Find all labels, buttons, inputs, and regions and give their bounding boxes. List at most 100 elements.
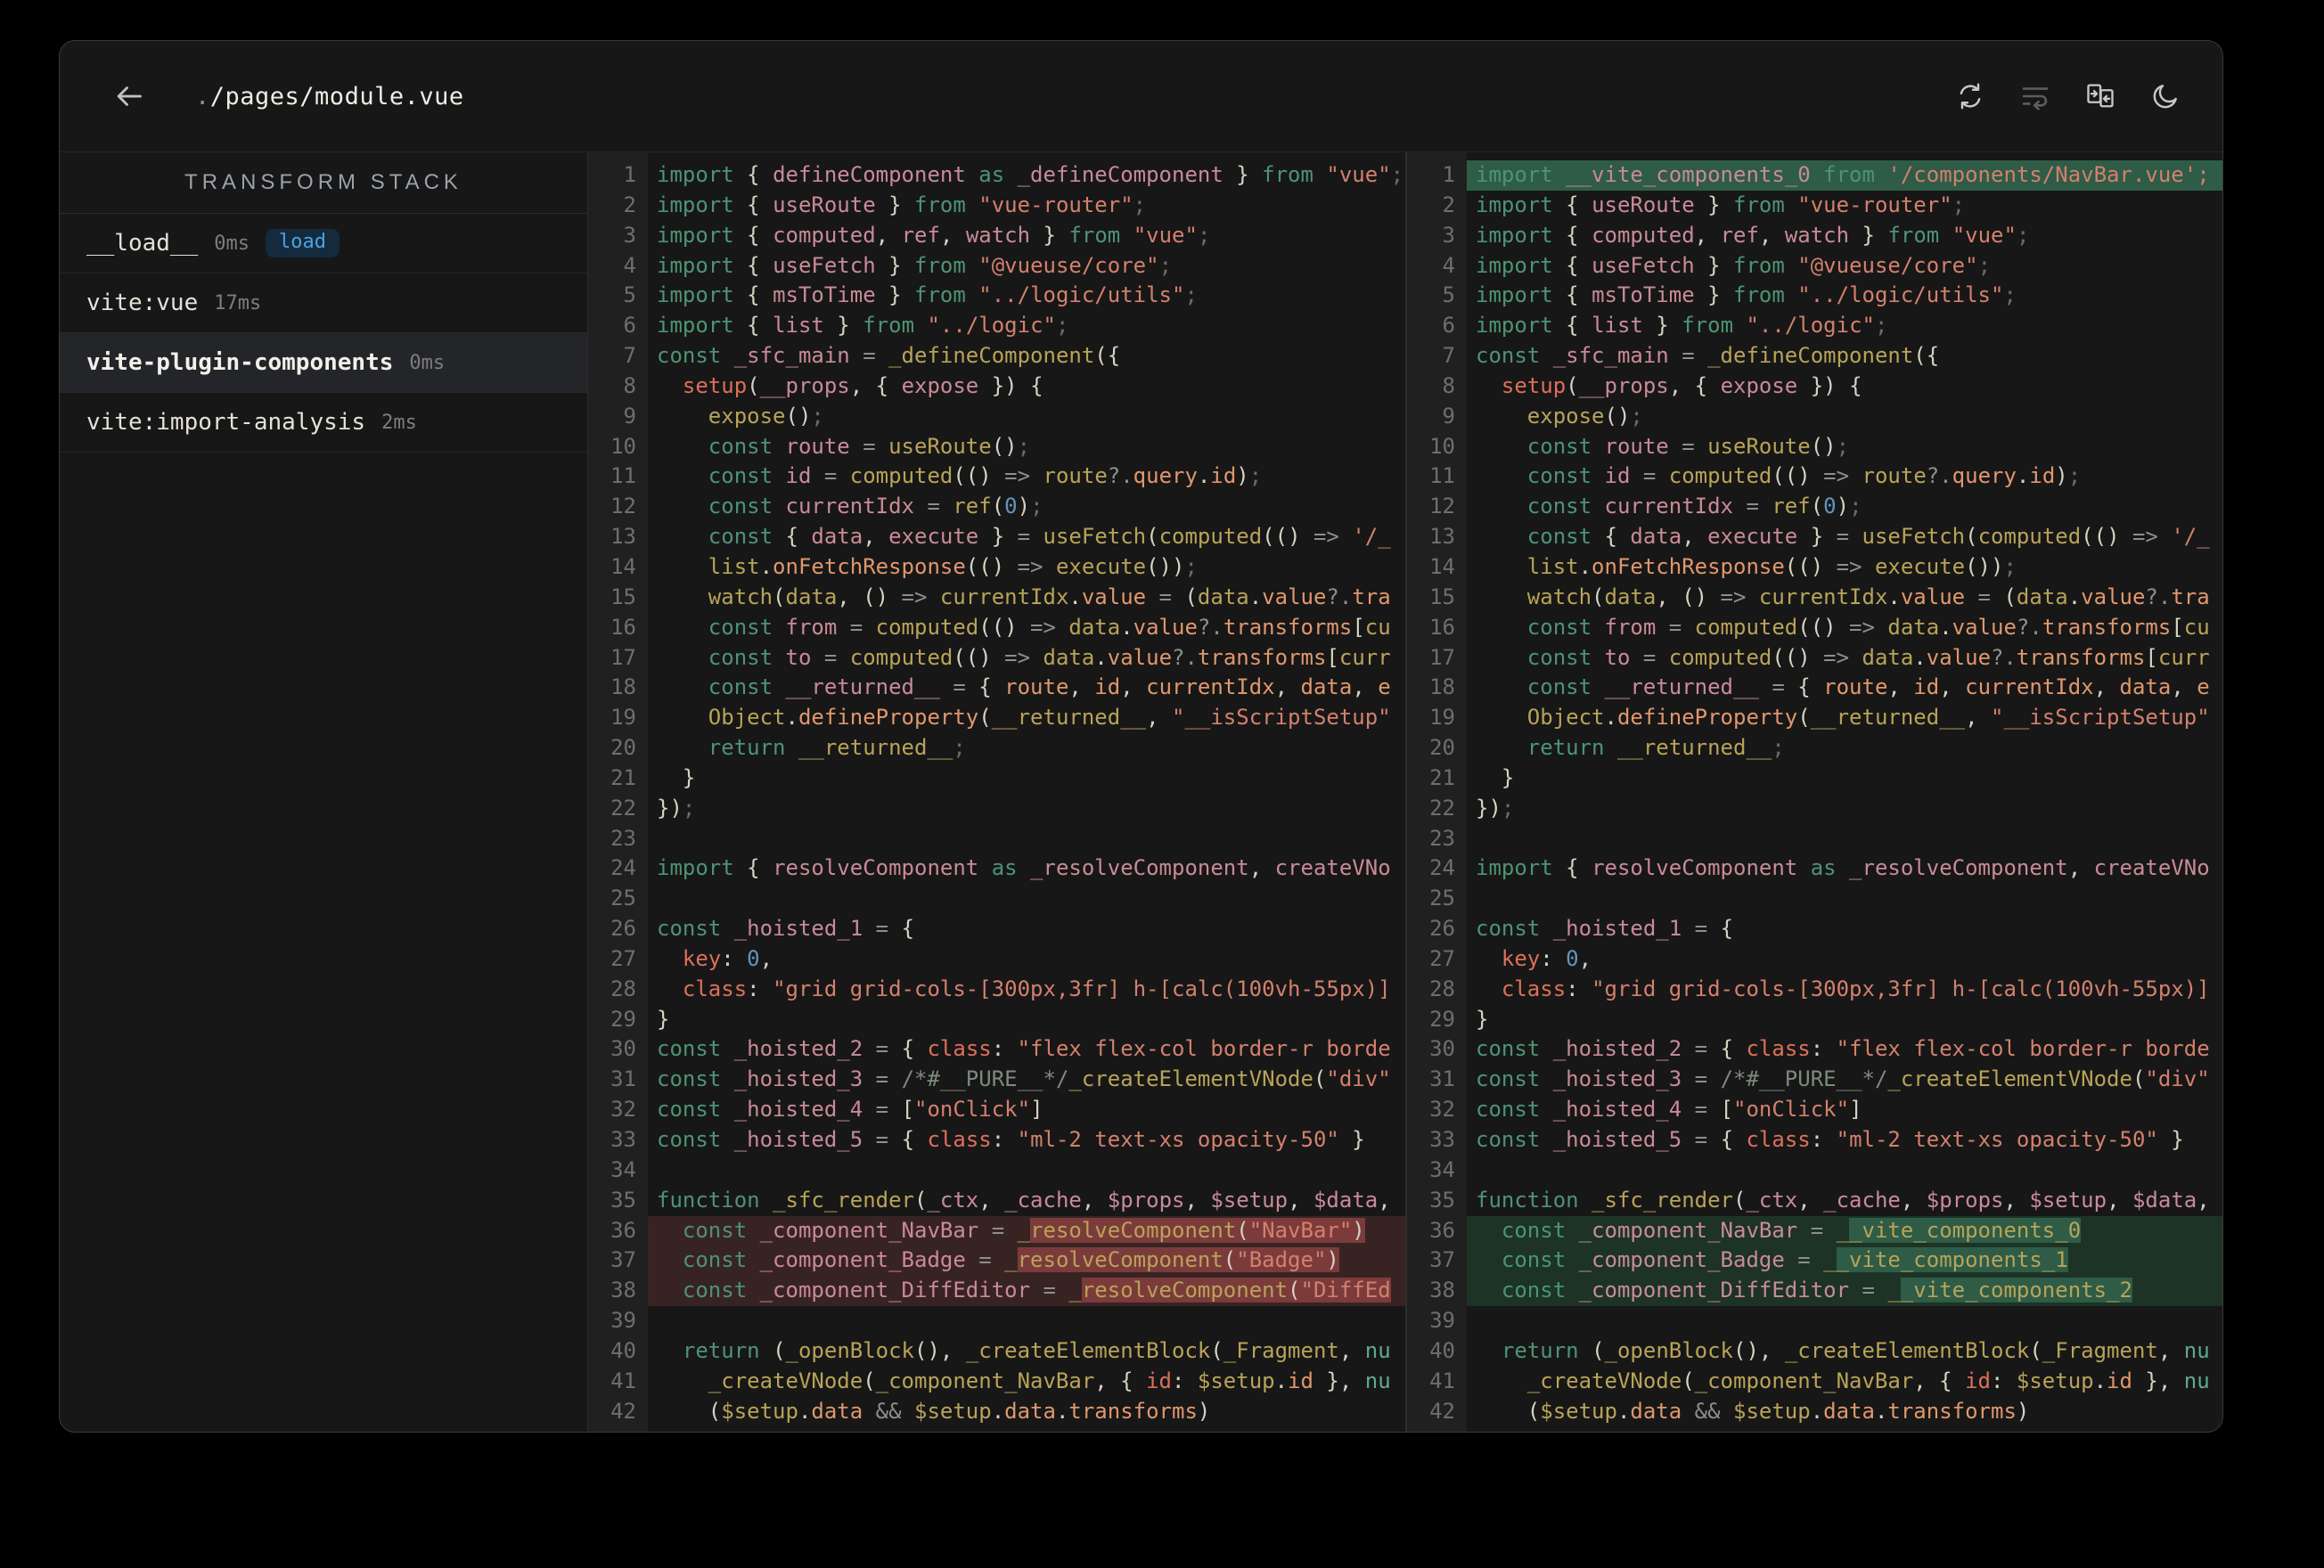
code-line: const __returned__ = { route, id, curren… bbox=[1526, 674, 2210, 700]
code-line: import { defineComponent as _defineCompo… bbox=[657, 162, 1404, 187]
transform-stack-list: __load__ 0ms load vite:vue 17ms vite-plugin-c… bbox=[60, 214, 587, 453]
line-number: 12 bbox=[610, 494, 636, 519]
line-number: 2 bbox=[623, 192, 636, 217]
code-line: const from = computed(() => data.value?.… bbox=[708, 614, 1391, 640]
plugin-name: vite-plugin-components bbox=[86, 349, 394, 376]
line-number: 27 bbox=[610, 945, 636, 971]
code-line: const id = computed(() => route?.query.i… bbox=[1526, 463, 2082, 489]
code-line: return (_openBlock(), _createElementBloc… bbox=[1501, 1337, 2210, 1363]
code-line: return (_openBlock(), _createElementBloc… bbox=[682, 1337, 1391, 1363]
code-line: import { list } from "../logic"; bbox=[1476, 313, 1888, 339]
diff-view: 1 2 3 4 5 6 7 8 9 10 11 12 13 14 15 16 17 18 19 20 21 22 23 24 2… bbox=[588, 152, 2222, 1432]
code-line: } bbox=[657, 1006, 670, 1032]
line-number: 6 bbox=[623, 313, 636, 339]
code-line: const _hoisted_4 = ["onClick"] bbox=[657, 1097, 1043, 1123]
line-number: 18 bbox=[1429, 674, 1455, 700]
line-number: 8 bbox=[623, 372, 636, 398]
line-number: 25 bbox=[1429, 886, 1455, 911]
file-path: ./pages/module.vue bbox=[195, 83, 464, 110]
code-line: import { useFetch } from "@vueuse/core"; bbox=[657, 252, 1173, 278]
line-number: 5 bbox=[623, 282, 636, 308]
line-number: 32 bbox=[610, 1097, 636, 1123]
line-number: 13 bbox=[1429, 524, 1455, 550]
side-by-side-diff-icon bbox=[2087, 84, 2114, 108]
code-line: const _sfc_main = _defineComponent({ bbox=[657, 343, 1121, 369]
line-number: 16 bbox=[610, 614, 636, 640]
code-line: const currentIdx = ref(0); bbox=[1526, 494, 1862, 519]
line-number: 3 bbox=[1442, 222, 1455, 248]
line-number: 24 bbox=[1429, 855, 1455, 881]
line-number: 15 bbox=[610, 584, 636, 609]
code-line: function _sfc_render(_ctx, _cache, $prop… bbox=[1476, 1187, 2210, 1213]
refresh-button[interactable] bbox=[1954, 80, 1986, 112]
plugin-time: 0ms bbox=[214, 232, 250, 255]
line-number: 24 bbox=[610, 855, 636, 881]
code-line: const _hoisted_3 = /*#__PURE__*/_createE… bbox=[657, 1066, 1391, 1092]
line-number: 4 bbox=[1442, 252, 1455, 278]
line-number: 5 bbox=[1442, 282, 1455, 308]
code-line: import { resolveComponent as _resolveCom… bbox=[1476, 855, 2210, 881]
toolbar bbox=[1954, 80, 2181, 112]
code-line: function _sfc_render(_ctx, _cache, $prop… bbox=[657, 1187, 1391, 1213]
code-line: key: 0, bbox=[1501, 945, 1592, 971]
line-number: 31 bbox=[1429, 1066, 1455, 1092]
line-number: 12 bbox=[1429, 494, 1455, 519]
line-number: 40 bbox=[1429, 1337, 1455, 1363]
line-number: 33 bbox=[610, 1127, 636, 1152]
line-number: 18 bbox=[610, 674, 636, 700]
line-number: 34 bbox=[610, 1156, 636, 1182]
side-by-side-diff-button[interactable] bbox=[2084, 80, 2116, 112]
line-number: 36 bbox=[1429, 1217, 1455, 1243]
transform-stack-item[interactable]: __load__ 0ms load bbox=[60, 214, 587, 274]
line-number: 34 bbox=[1429, 1156, 1455, 1182]
line-number: 1 bbox=[623, 162, 636, 187]
code-line: } bbox=[682, 764, 696, 790]
line-number: 10 bbox=[610, 433, 636, 459]
wrap-lines-button[interactable] bbox=[2019, 80, 2051, 112]
code-line: const route = useRoute(); bbox=[1526, 433, 1850, 459]
line-number: 19 bbox=[1429, 705, 1455, 731]
plugin-time: 2ms bbox=[381, 411, 417, 434]
code-line: const __returned__ = { route, id, curren… bbox=[708, 674, 1391, 700]
refresh-icon bbox=[1960, 83, 1981, 110]
code-line: const _hoisted_5 = { class: "ml-2 text-x… bbox=[1476, 1127, 2184, 1152]
line-number: 30 bbox=[1429, 1036, 1455, 1062]
code-area-after: import __vite_components_0 from '/compon… bbox=[1467, 152, 2222, 1432]
line-number: 7 bbox=[1442, 343, 1455, 369]
content: TRANSFORM STACK __load__ 0ms load vite:vue 1… bbox=[60, 152, 2222, 1432]
line-number: 14 bbox=[610, 553, 636, 579]
code-line: return __returned__; bbox=[1526, 735, 1785, 761]
line-number: 26 bbox=[610, 916, 636, 942]
code-line: const to = computed(() => data.value?.tr… bbox=[708, 644, 1391, 670]
code-line: const currentIdx = ref(0); bbox=[708, 494, 1043, 519]
back-button[interactable] bbox=[110, 77, 149, 116]
line-number: 3 bbox=[623, 222, 636, 248]
code-line: const _hoisted_5 = { class: "ml-2 text-x… bbox=[657, 1127, 1365, 1152]
code-line: list.onFetchResponse(() => execute()); bbox=[1526, 553, 2017, 579]
transform-stack-item[interactable]: vite:import-analysis 2ms bbox=[60, 393, 587, 453]
line-number-gutter: 1 2 3 4 5 6 7 8 9 10 11 12 13 14 15 16 17 18 19 20 21 22 23 24 2… bbox=[588, 152, 648, 1432]
file-path-prefix: . bbox=[195, 82, 210, 110]
line-number: 40 bbox=[610, 1337, 636, 1363]
code-line: return __returned__; bbox=[708, 735, 966, 761]
load-badge: load bbox=[265, 229, 340, 257]
code-line: import { useRoute } from "vue-router"; bbox=[1476, 192, 1966, 217]
dark-mode-toggle[interactable] bbox=[2149, 80, 2181, 112]
plugin-name: vite:vue bbox=[86, 290, 199, 316]
plugin-time: 17ms bbox=[214, 291, 262, 314]
wrap-lines-icon bbox=[2022, 87, 2049, 110]
diff-panel-after[interactable]: 1 2 3 4 5 6 7 8 9 10 11 12 13 14 15 16 17 18 19 20 21 22 23 24 2… bbox=[1405, 152, 2222, 1432]
transform-stack-title: TRANSFORM STACK bbox=[60, 152, 587, 214]
diff-panel-before[interactable]: 1 2 3 4 5 6 7 8 9 10 11 12 13 14 15 16 17 18 19 20 21 22 23 24 2… bbox=[588, 152, 1405, 1432]
code-line: const _sfc_main = _defineComponent({ bbox=[1476, 343, 1940, 369]
transform-stack-item[interactable]: vite:vue 17ms bbox=[60, 274, 587, 333]
code-line: const { data, execute } = useFetch(compu… bbox=[708, 524, 1391, 550]
transform-stack-item[interactable]: vite-plugin-components 0ms bbox=[60, 333, 587, 393]
arrow-left-icon bbox=[117, 86, 142, 106]
line-number: 39 bbox=[610, 1308, 636, 1334]
code-line: const _hoisted_1 = { bbox=[1476, 916, 1734, 942]
sidebar: TRANSFORM STACK __load__ 0ms load vite:vue 1… bbox=[60, 152, 588, 1432]
line-number: 11 bbox=[1429, 463, 1455, 489]
